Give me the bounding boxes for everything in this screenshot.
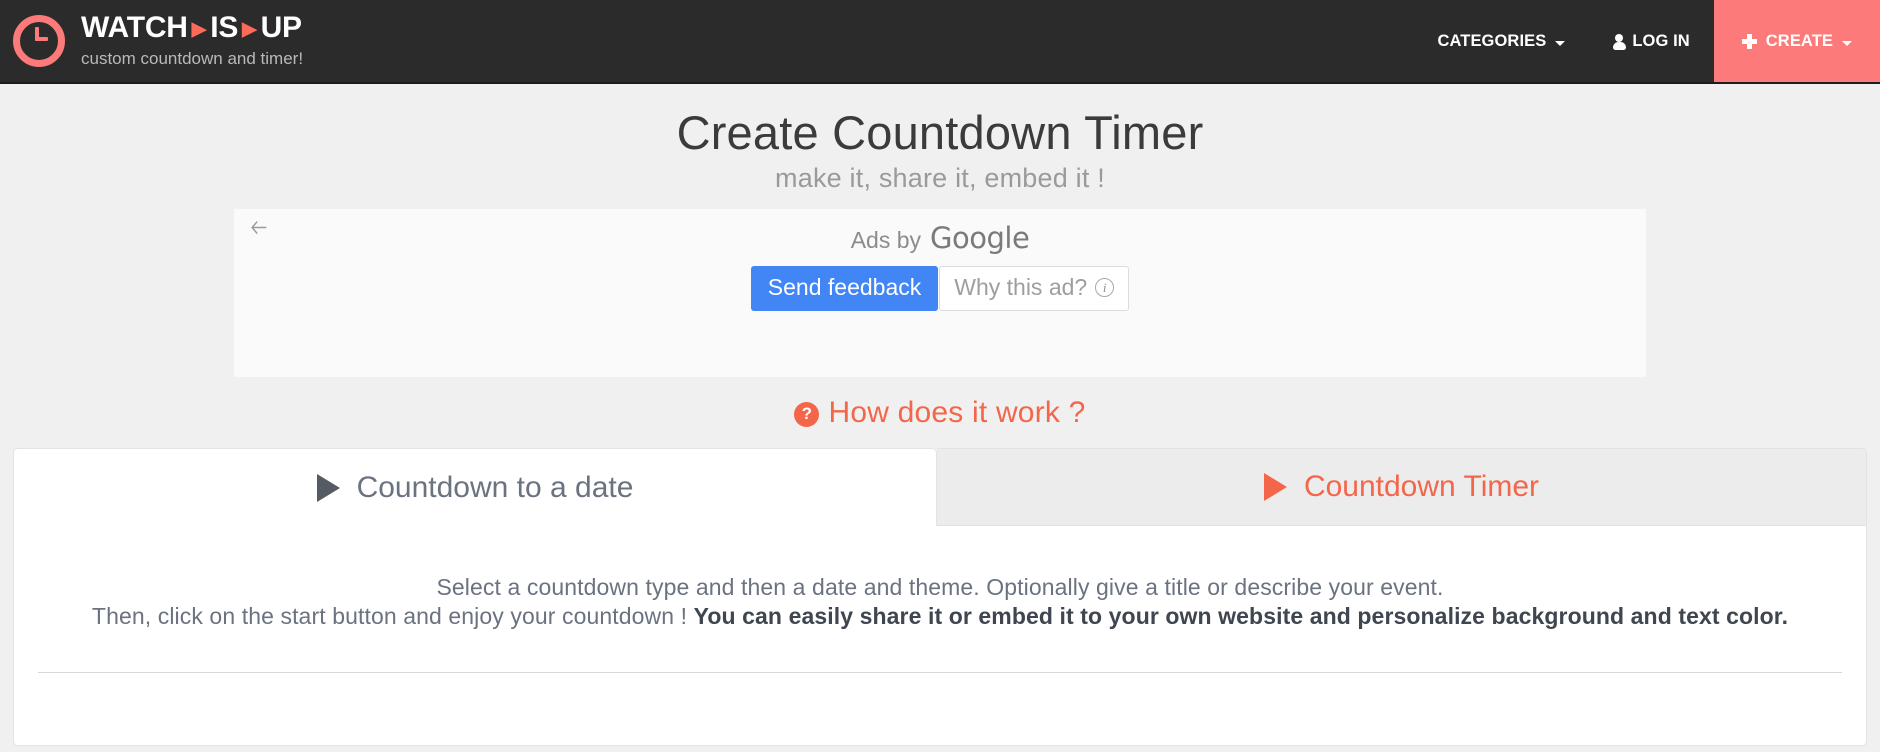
play-triangle-icon [1263, 473, 1287, 502]
brand-word-is: IS [210, 11, 239, 44]
brand-word-watch: WATCH [81, 11, 188, 44]
panel-divider [38, 672, 1842, 674]
nav-create[interactable]: CREATE [1713, 0, 1880, 82]
clock-icon [13, 15, 65, 67]
tab-countdown-to-a-date-label: Countdown to a date [356, 470, 634, 504]
panel-description: Select a countdown type and then a date … [38, 573, 1842, 631]
how-does-it-work-label: How does it work ? [828, 396, 1086, 430]
nav-categories-label: CATEGORIES [1437, 31, 1547, 50]
send-feedback-button[interactable]: Send feedback [750, 266, 939, 312]
google-ad-block: Ads by Google Send feedback Why this ad?… [234, 209, 1646, 378]
ad-buttons: Send feedback Why this ad? i [234, 266, 1646, 312]
tab-strip: Countdown to a date Countdown Timer [13, 448, 1867, 527]
ad-center: Ads by Google Send feedback Why this ad?… [234, 221, 1646, 312]
ads-by-google-label: Ads by Google [851, 221, 1030, 255]
brand-tagline: custom countdown and timer! [81, 49, 304, 68]
nav-create-label: CREATE [1765, 31, 1833, 50]
info-icon: i [1095, 278, 1115, 298]
why-this-ad-label: Why this ad? [954, 274, 1088, 301]
page-title: Create Countdown Timer [676, 106, 1204, 159]
tab-countdown-timer[interactable]: Countdown Timer [937, 448, 1867, 527]
nav-login[interactable]: LOG IN [1589, 0, 1713, 82]
tab-countdown-to-a-date[interactable]: Countdown to a date [13, 448, 937, 527]
countdown-panel-area: Countdown to a date Countdown Timer Sele… [13, 448, 1867, 747]
page-head: Create Countdown Timer make it, share it… [0, 84, 1880, 194]
google-wordmark: Google [930, 221, 1030, 256]
plus-icon [1741, 33, 1757, 49]
how-it-works-row: ? How does it work ? [0, 396, 1880, 430]
tab-countdown-timer-label: Countdown Timer [1303, 470, 1540, 504]
brand-separator-icon-2: ▶ [242, 18, 257, 40]
brand-zone[interactable]: WATCH ▶ IS ▶ UP custom countdown and tim… [0, 0, 303, 82]
site-header: WATCH ▶ IS ▶ UP custom countdown and tim… [0, 0, 1880, 84]
tab-panel: Select a countdown type and then a date … [13, 526, 1867, 747]
panel-description-line-2-bold: You can easily share it or embed it to y… [693, 603, 1789, 630]
nav-login-label: LOG IN [1632, 31, 1690, 50]
ads-by-text: Ads by [850, 227, 922, 254]
panel-description-line-2: Then, click on the start button and enjo… [38, 602, 1842, 631]
user-icon [1612, 33, 1626, 50]
brand-title: WATCH ▶ IS ▶ UP [81, 13, 303, 43]
brand-text: WATCH ▶ IS ▶ UP custom countdown and tim… [81, 13, 303, 69]
how-does-it-work-link[interactable]: ? How does it work ? [794, 396, 1085, 430]
why-this-ad-button[interactable]: Why this ad? i [939, 266, 1130, 312]
chevron-down-icon [1555, 40, 1566, 46]
question-mark-icon: ? [794, 401, 820, 427]
play-triangle-icon [316, 473, 340, 502]
chevron-down-icon [1842, 40, 1852, 46]
panel-description-line-1: Select a countdown type and then a date … [436, 574, 1444, 601]
main-navigation: CATEGORIES LOG IN CREATE [1413, 0, 1880, 82]
page-subtitle: make it, share it, embed it ! [775, 163, 1105, 194]
nav-categories[interactable]: CATEGORIES [1413, 0, 1589, 82]
brand-separator-icon-1: ▶ [191, 18, 207, 40]
brand-word-up: UP [260, 11, 302, 44]
panel-description-line-2-normal: Then, click on the start button and enjo… [91, 603, 694, 630]
